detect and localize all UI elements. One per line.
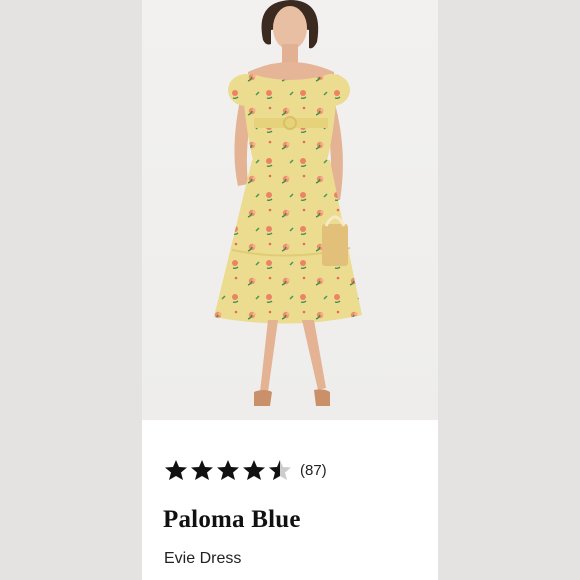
rating-stars[interactable]: (87) — [164, 458, 327, 482]
product-card[interactable]: (87) Paloma Blue Evie Dress — [142, 0, 438, 580]
right-background-panel — [438, 0, 580, 580]
star-full-icon — [165, 460, 187, 480]
star-full-icon — [217, 460, 239, 480]
star-half-icon — [269, 460, 291, 480]
left-background-panel — [0, 0, 142, 580]
star-full-icon — [243, 460, 265, 480]
product-info: (87) Paloma Blue Evie Dress — [142, 420, 438, 580]
product-photo[interactable] — [142, 0, 438, 420]
review-count[interactable]: (87) — [300, 462, 327, 479]
product-name[interactable]: Evie Dress — [164, 550, 241, 568]
star-full-icon — [191, 460, 213, 480]
brand-name[interactable]: Paloma Blue — [163, 506, 301, 534]
